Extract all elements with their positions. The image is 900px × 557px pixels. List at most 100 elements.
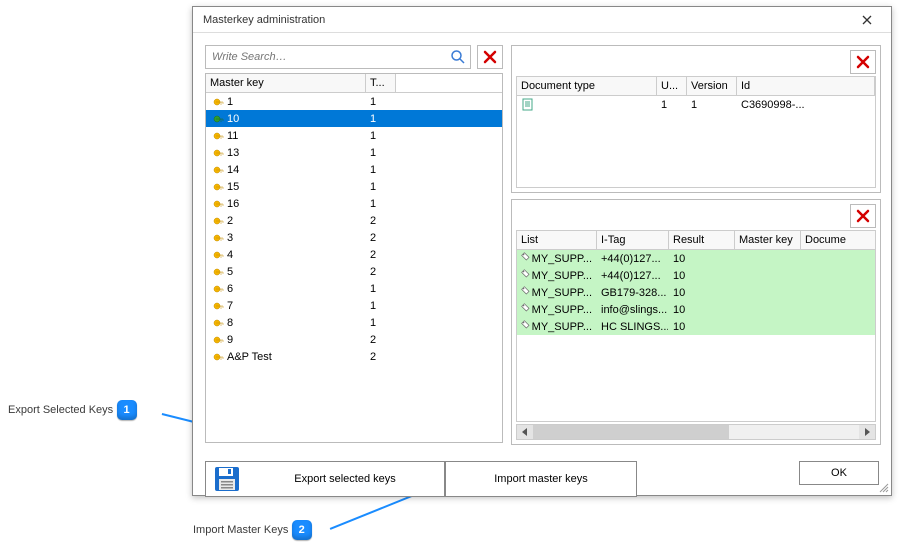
cell-masterkey-text: 5 bbox=[227, 266, 233, 278]
cell-id: C3690998-... bbox=[737, 99, 875, 111]
table-row[interactable]: 32 bbox=[206, 229, 502, 246]
key-icon bbox=[210, 232, 224, 244]
list-hscrollbar[interactable] bbox=[516, 424, 876, 440]
document-panel-clear-button[interactable] bbox=[850, 50, 876, 74]
table-row[interactable]: 141 bbox=[206, 161, 502, 178]
cell-masterkey-text: 13 bbox=[227, 147, 239, 159]
col-masterkey[interactable]: Master key bbox=[206, 74, 366, 92]
list-grid[interactable]: List I-Tag Result Master key Docume MY_S… bbox=[516, 230, 876, 422]
callout-1-label: Export Selected Keys 1 bbox=[8, 400, 137, 420]
table-row[interactable]: 22 bbox=[206, 212, 502, 229]
col-doc[interactable]: Docume bbox=[801, 231, 875, 249]
cell-t: 2 bbox=[366, 334, 396, 346]
clear-search-button[interactable] bbox=[477, 45, 503, 69]
table-row[interactable]: 11C3690998-... bbox=[517, 96, 875, 113]
table-row[interactable]: 71 bbox=[206, 297, 502, 314]
key-icon bbox=[210, 147, 224, 159]
table-row[interactable]: 92 bbox=[206, 331, 502, 348]
table-row[interactable]: A&P Test2 bbox=[206, 348, 502, 365]
table-row[interactable]: MY_SUPP...GB179-328...10 bbox=[517, 284, 875, 301]
col-doctype[interactable]: Document type bbox=[517, 77, 657, 95]
col-version[interactable]: Version bbox=[687, 77, 737, 95]
table-row[interactable]: MY_SUPP...+44(0)127...10 bbox=[517, 250, 875, 267]
cell-list: MY_SUPP... bbox=[517, 303, 597, 316]
table-row[interactable]: 81 bbox=[206, 314, 502, 331]
table-row[interactable]: MY_SUPP...info@slings...10 bbox=[517, 301, 875, 318]
col-result[interactable]: Result bbox=[669, 231, 735, 249]
table-row[interactable]: 13 1 bbox=[206, 144, 502, 161]
table-row[interactable]: 101 bbox=[206, 110, 502, 127]
document-grid[interactable]: Document type U... Version Id 11C3690998… bbox=[516, 76, 876, 188]
col-itag[interactable]: I-Tag bbox=[597, 231, 669, 249]
col-u[interactable]: U... bbox=[657, 77, 687, 95]
red-x-icon bbox=[856, 55, 870, 69]
save-disk-icon bbox=[214, 466, 240, 492]
key-icon bbox=[210, 96, 224, 108]
bottom-button-row: Export selected keys Import master keys bbox=[205, 461, 637, 497]
cell-masterkey-text: 10 bbox=[227, 113, 239, 125]
ok-button-label: OK bbox=[831, 467, 847, 479]
cell-list: MY_SUPP... bbox=[517, 286, 597, 299]
cell-masterkey: 2 bbox=[206, 215, 366, 227]
table-row[interactable]: 61 bbox=[206, 280, 502, 297]
cell-masterkey-text: 16 bbox=[227, 198, 239, 210]
export-selected-keys-button[interactable]: Export selected keys bbox=[205, 461, 445, 497]
import-master-keys-button[interactable]: Import master keys bbox=[445, 461, 637, 497]
masterkey-grid[interactable]: Master key T... 111011111311411511612232… bbox=[205, 73, 503, 443]
cell-itag: GB179-328... bbox=[597, 287, 669, 299]
masterkey-rows-container: 111011111311411511612232425261718192A&P … bbox=[206, 93, 502, 365]
list-panel-clear-button[interactable] bbox=[850, 204, 876, 228]
key-icon bbox=[210, 181, 224, 193]
cell-masterkey: 7 bbox=[206, 300, 366, 312]
key-icon bbox=[210, 113, 224, 125]
close-icon bbox=[862, 15, 872, 25]
col-list[interactable]: List bbox=[517, 231, 597, 249]
cell-doctype bbox=[517, 98, 657, 111]
key-icon bbox=[210, 351, 224, 363]
scroll-track[interactable] bbox=[533, 425, 859, 439]
cell-masterkey-text: 11 bbox=[227, 130, 238, 142]
ok-button[interactable]: OK bbox=[799, 461, 879, 485]
key-icon bbox=[210, 249, 224, 261]
key-icon bbox=[210, 215, 224, 227]
list-rows-container: MY_SUPP...+44(0)127...10MY_SUPP...+44(0)… bbox=[517, 250, 875, 335]
cell-t: 1 bbox=[366, 283, 396, 295]
document-grid-header: Document type U... Version Id bbox=[517, 77, 875, 96]
scroll-left-button[interactable] bbox=[517, 425, 533, 439]
cell-t: 1 bbox=[366, 300, 396, 312]
search-icon[interactable] bbox=[450, 49, 466, 65]
cell-masterkey: 10 bbox=[206, 113, 366, 125]
cell-list: MY_SUPP... bbox=[517, 320, 597, 333]
cell-result: 10 bbox=[669, 304, 735, 316]
col-id[interactable]: Id bbox=[737, 77, 875, 95]
cell-t: 1 bbox=[366, 130, 396, 142]
table-row[interactable]: 151 bbox=[206, 178, 502, 195]
table-row[interactable]: MY_SUPP...HC SLINGS...10 bbox=[517, 318, 875, 335]
table-row[interactable]: 11 bbox=[206, 93, 502, 110]
col-t[interactable]: T... bbox=[366, 74, 396, 92]
document-icon bbox=[521, 98, 534, 111]
table-row[interactable]: MY_SUPP...+44(0)127...10 bbox=[517, 267, 875, 284]
table-row[interactable]: 111 bbox=[206, 127, 502, 144]
cell-masterkey-text: 2 bbox=[227, 215, 233, 227]
cell-list: MY_SUPP... bbox=[517, 252, 597, 265]
resize-grip[interactable] bbox=[877, 481, 889, 493]
key-icon bbox=[210, 300, 224, 312]
table-row[interactable]: 161 bbox=[206, 195, 502, 212]
table-row[interactable]: 42 bbox=[206, 246, 502, 263]
cell-t: 1 bbox=[366, 147, 396, 159]
callout-2-text: Import Master Keys bbox=[193, 524, 288, 536]
scroll-right-button[interactable] bbox=[859, 425, 875, 439]
table-row[interactable]: 52 bbox=[206, 263, 502, 280]
col-mk[interactable]: Master key bbox=[735, 231, 801, 249]
cell-masterkey: 16 bbox=[206, 198, 366, 210]
close-button[interactable] bbox=[849, 10, 885, 30]
scroll-thumb[interactable] bbox=[533, 425, 729, 439]
search-box[interactable] bbox=[205, 45, 471, 69]
search-row bbox=[205, 45, 503, 69]
red-x-icon bbox=[856, 209, 870, 223]
tag-icon bbox=[521, 269, 530, 282]
search-input[interactable] bbox=[210, 50, 450, 64]
callout-2-label: Import Master Keys 2 bbox=[193, 520, 312, 540]
cell-result: 10 bbox=[669, 321, 735, 333]
